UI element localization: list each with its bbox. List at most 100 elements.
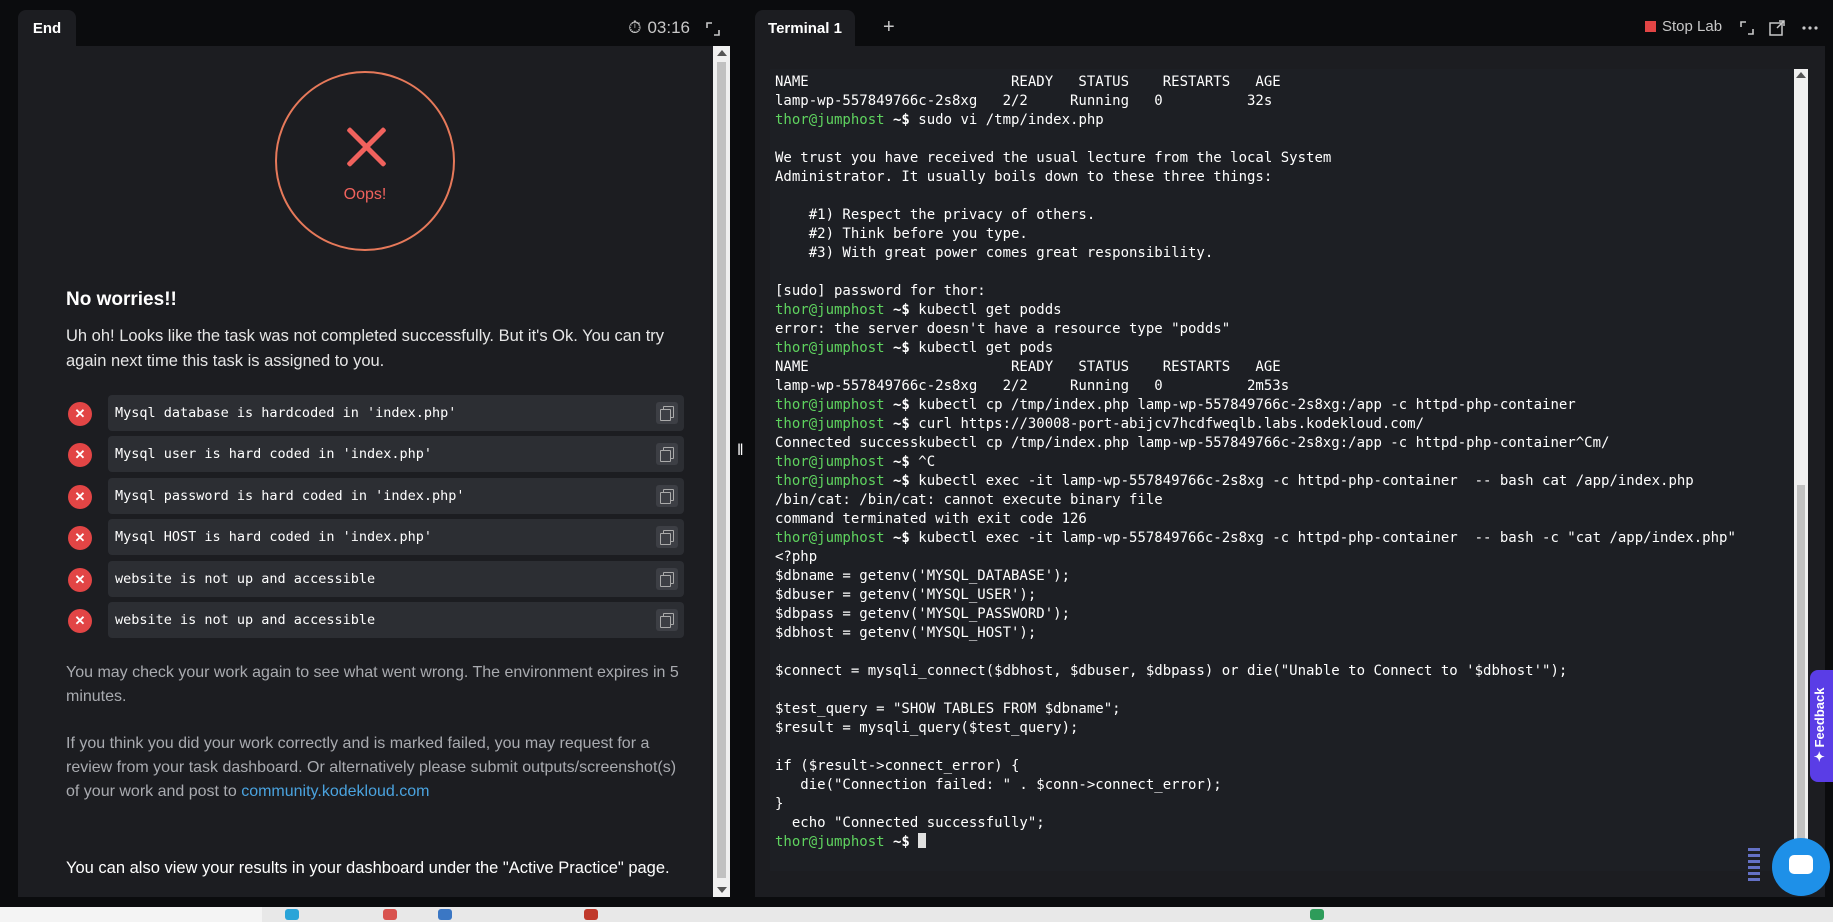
prompt-symbol: ~$ xyxy=(884,112,919,128)
chat-icon[interactable] xyxy=(1772,838,1830,896)
prompt-user: thor@jumphost xyxy=(775,397,885,413)
stopwatch-icon: ⏱ xyxy=(628,18,642,37)
terminal-line: thor@jumphost ~$ kubectl get pods xyxy=(775,339,1736,358)
terminal-line: Connected successkubectl cp /tmp/index.p… xyxy=(775,434,1736,453)
terminal-cursor xyxy=(918,833,927,848)
timer: ⏱ 03:16 xyxy=(628,18,690,38)
edge-icon[interactable] xyxy=(285,909,299,920)
command-text: curl https://30008-port-abijcv7hcdfweqlb… xyxy=(918,416,1425,432)
copy-icon[interactable] xyxy=(656,567,678,590)
check-row: ✕ Mysql HOST is hard coded in 'index.php… xyxy=(66,519,684,556)
check-box: Mysql user is hard coded in 'index.php' xyxy=(108,436,684,473)
output-text: if ($result->connect_error) { xyxy=(775,758,1020,774)
check-text: Mysql password is hard coded in 'index.p… xyxy=(115,487,465,504)
terminal-line: thor@jumphost ~$ curl https://30008-port… xyxy=(775,415,1736,434)
panel-resize-handle[interactable]: ‖ xyxy=(737,442,744,460)
copy-icon[interactable] xyxy=(656,484,678,507)
terminal-line: We trust you have received the usual lec… xyxy=(775,149,1736,168)
output-text: We trust you have received the usual lec… xyxy=(775,150,1332,166)
terminal-line: error: the server doesn't have a resourc… xyxy=(775,320,1736,339)
left-scrollbar[interactable] xyxy=(713,46,730,897)
app-icon[interactable] xyxy=(584,909,598,920)
more-options-icon[interactable] xyxy=(1801,19,1819,37)
terminal-line: <?php xyxy=(775,548,1736,567)
terminal-line: thor@jumphost ~$ kubectl cp /tmp/index.p… xyxy=(775,396,1736,415)
drag-grip-icon[interactable] xyxy=(1748,848,1760,882)
output-text: $dbuser = getenv('MYSQL_USER'); xyxy=(775,587,1037,603)
terminal-scrollbar[interactable] xyxy=(1794,69,1808,871)
scroll-up-arrow-icon[interactable] xyxy=(717,50,727,56)
check-text: website is not up and accessible xyxy=(115,570,376,587)
os-taskbar xyxy=(0,907,1833,922)
expand-icon[interactable] xyxy=(1738,19,1756,37)
terminal-line: $dbname = getenv('MYSQL_DATABASE'); xyxy=(775,567,1736,586)
terminal-line: command terminated with exit code 126 xyxy=(775,510,1736,529)
app-icon[interactable] xyxy=(1310,909,1324,920)
community-link[interactable]: community.kodekloud.com xyxy=(241,783,429,800)
app-icon[interactable] xyxy=(438,909,452,920)
terminal[interactable]: NAME READY STATUS RESTARTS AGE lamp-wp-55… xyxy=(770,69,1794,871)
check-box: website is not up and accessible xyxy=(108,601,684,638)
fail-icon: ✕ xyxy=(68,484,92,509)
terminal-line: die("Connection failed: " . $conn->conne… xyxy=(775,776,1736,795)
prompt-symbol: ~$ xyxy=(884,302,919,318)
prompt-symbol: ~$ xyxy=(884,340,919,356)
terminal-line: thor@jumphost ~$ kubectl exec -it lamp-w… xyxy=(775,472,1736,491)
copy-icon[interactable] xyxy=(656,443,678,466)
feedback-button[interactable]: ✦ Feedback xyxy=(1810,670,1833,782)
tab-terminal-1[interactable]: Terminal 1 xyxy=(755,10,855,46)
check-box: Mysql password is hard coded in 'index.p… xyxy=(108,477,684,514)
check-row: ✕ Mysql user is hard coded in 'index.php… xyxy=(66,436,684,473)
external-link-icon[interactable] xyxy=(1768,19,1786,37)
prompt-user: thor@jumphost xyxy=(775,834,885,850)
terminal-line: $dbpass = getenv('MYSQL_PASSWORD'); xyxy=(775,605,1736,624)
prompt-user: thor@jumphost xyxy=(775,416,885,432)
terminal-line: NAME READY STATUS RESTARTS AGE xyxy=(775,358,1736,377)
output-text: <?php xyxy=(775,549,818,565)
stop-lab-label: Stop Lab xyxy=(1662,18,1723,35)
output-text: $dbhost = getenv('MYSQL_HOST'); xyxy=(775,625,1037,641)
app-icon[interactable] xyxy=(383,909,397,920)
output-text: /bin/cat: /bin/cat: cannot execute binar… xyxy=(775,492,1163,508)
terminal-line: $test_query = "SHOW TABLES FROM $dbname"… xyxy=(775,700,1736,719)
review-note: If you think you did your work correctly… xyxy=(66,732,684,804)
copy-icon[interactable] xyxy=(656,608,678,631)
output-text: Connected successkubectl cp /tmp/index.p… xyxy=(775,435,1610,451)
scroll-down-arrow-icon[interactable] xyxy=(717,887,727,893)
output-text: command terminated with exit code 126 xyxy=(775,511,1087,527)
terminal-line: Administrator. It usually boils down to … xyxy=(775,168,1736,187)
output-text: $connect = mysqli_connect($dbhost, $dbus… xyxy=(775,663,1568,679)
check-row: ✕ website is not up and accessible xyxy=(66,560,684,597)
check-box: website is not up and accessible xyxy=(108,560,684,597)
copy-icon[interactable] xyxy=(656,526,678,549)
output-text: $dbname = getenv('MYSQL_DATABASE'); xyxy=(775,568,1071,584)
prompt-symbol: ~$ xyxy=(884,834,919,850)
command-text: kubectl get pods xyxy=(918,340,1054,356)
terminal-line: #3) With great power comes great respons… xyxy=(775,244,1736,263)
terminal-line: thor@jumphost ~$ sudo vi /tmp/index.php xyxy=(775,111,1736,130)
left-tabbar: End ⏱ 03:16 xyxy=(18,10,730,46)
output-text: Administrator. It usually boils down to … xyxy=(775,169,1273,185)
copy-icon[interactable] xyxy=(656,402,678,424)
scrollbar-thumb[interactable] xyxy=(717,62,726,878)
prompt-user: thor@jumphost xyxy=(775,454,885,470)
scrollbar-thumb[interactable] xyxy=(1797,485,1805,861)
tab-end[interactable]: End xyxy=(18,10,76,46)
add-tab-button[interactable]: + xyxy=(883,16,895,39)
right-tabbar: Terminal 1 + Stop Lab xyxy=(755,10,1833,46)
terminal-line: #2) Think before you type. xyxy=(775,225,1736,244)
output-text: $test_query = "SHOW TABLES FROM $dbname"… xyxy=(775,701,1121,717)
command-text: kubectl exec -it lamp-wp-557849766c-2s8x… xyxy=(918,473,1694,489)
checks-list: ✕ Mysql database is hardcoded in 'index.… xyxy=(66,395,684,643)
command-text: kubectl get podds xyxy=(918,302,1062,318)
taskbar-search-area[interactable] xyxy=(0,907,262,922)
result-panel: Oops! No worries!! Uh oh! Looks like the… xyxy=(18,46,713,897)
terminal-line: $result = mysqli_query($test_query); xyxy=(775,719,1736,738)
expand-icon[interactable] xyxy=(704,20,722,38)
scroll-up-arrow-icon[interactable] xyxy=(1796,72,1806,78)
stop-lab-button[interactable]: Stop Lab xyxy=(1645,18,1722,35)
output-text: #3) With great power comes great respons… xyxy=(775,245,1214,261)
